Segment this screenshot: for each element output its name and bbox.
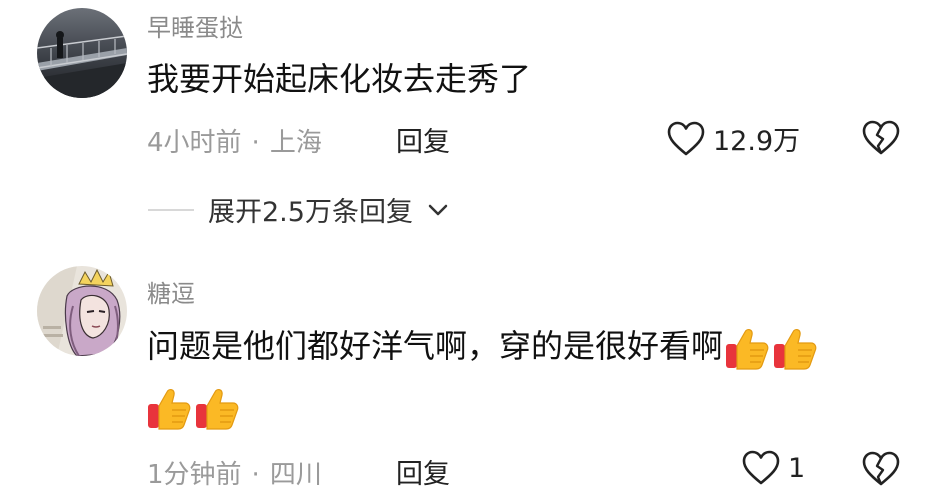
comment-text-emoji-line [145, 384, 241, 432]
comment-item: 糖逗 问题是他们都好洋气啊，穿的是很好看啊 1分钟前 · 四川 回复 1 [0, 250, 948, 500]
chevron-down-icon [428, 204, 448, 215]
comment-location: 四川 [269, 460, 322, 490]
thumbs-up-icon [771, 324, 819, 372]
comment-location: 上海 [269, 128, 322, 158]
avatar-image [37, 8, 127, 98]
like-count: 1 [788, 452, 806, 484]
like-button[interactable]: 1 [742, 450, 805, 486]
like-count: 12.9万 [713, 126, 801, 157]
comment-meta: 1分钟前 · 四川 [147, 454, 322, 491]
like-button[interactable]: 12.9万 [667, 119, 800, 158]
broken-heart-icon[interactable] [862, 451, 900, 487]
heart-icon [667, 121, 705, 155]
expand-replies-button[interactable]: 展开2.5万条回复 [148, 190, 449, 229]
reply-button[interactable]: 回复 [396, 120, 450, 159]
comment-time: 1分钟前 [147, 460, 242, 490]
comment-meta: 4小时前 · 上海 [147, 122, 322, 159]
avatar-image [37, 266, 127, 356]
heart-icon [742, 450, 780, 485]
meta-separator: · [251, 128, 260, 158]
comment-text-body: 问题是他们都好洋气啊，穿的是很好看啊 [147, 327, 724, 365]
reply-button[interactable]: 回复 [396, 452, 450, 491]
avatar[interactable] [37, 8, 127, 98]
comment-text: 问题是他们都好洋气啊，穿的是很好看啊 [147, 324, 819, 372]
avatar[interactable] [37, 266, 127, 356]
thumbs-up-icon [145, 384, 193, 432]
comment-username[interactable]: 糖逗 [147, 274, 195, 309]
expand-replies-label: 展开2.5万条回复 [208, 197, 413, 228]
thumbs-up-icon [193, 384, 241, 432]
broken-heart-icon[interactable] [862, 120, 900, 156]
comment-item: 早睡蛋挞 我要开始起床化妆去走秀了 4小时前 · 上海 回复 12.9万 展开2.5… [0, 0, 948, 250]
comment-time: 4小时前 [147, 128, 242, 158]
comment-username[interactable]: 早睡蛋挞 [147, 8, 243, 43]
meta-separator: · [251, 460, 260, 490]
thumbs-up-icon [723, 324, 771, 372]
comment-text: 我要开始起床化妆去走秀了 [147, 60, 532, 98]
divider-line [148, 208, 194, 211]
